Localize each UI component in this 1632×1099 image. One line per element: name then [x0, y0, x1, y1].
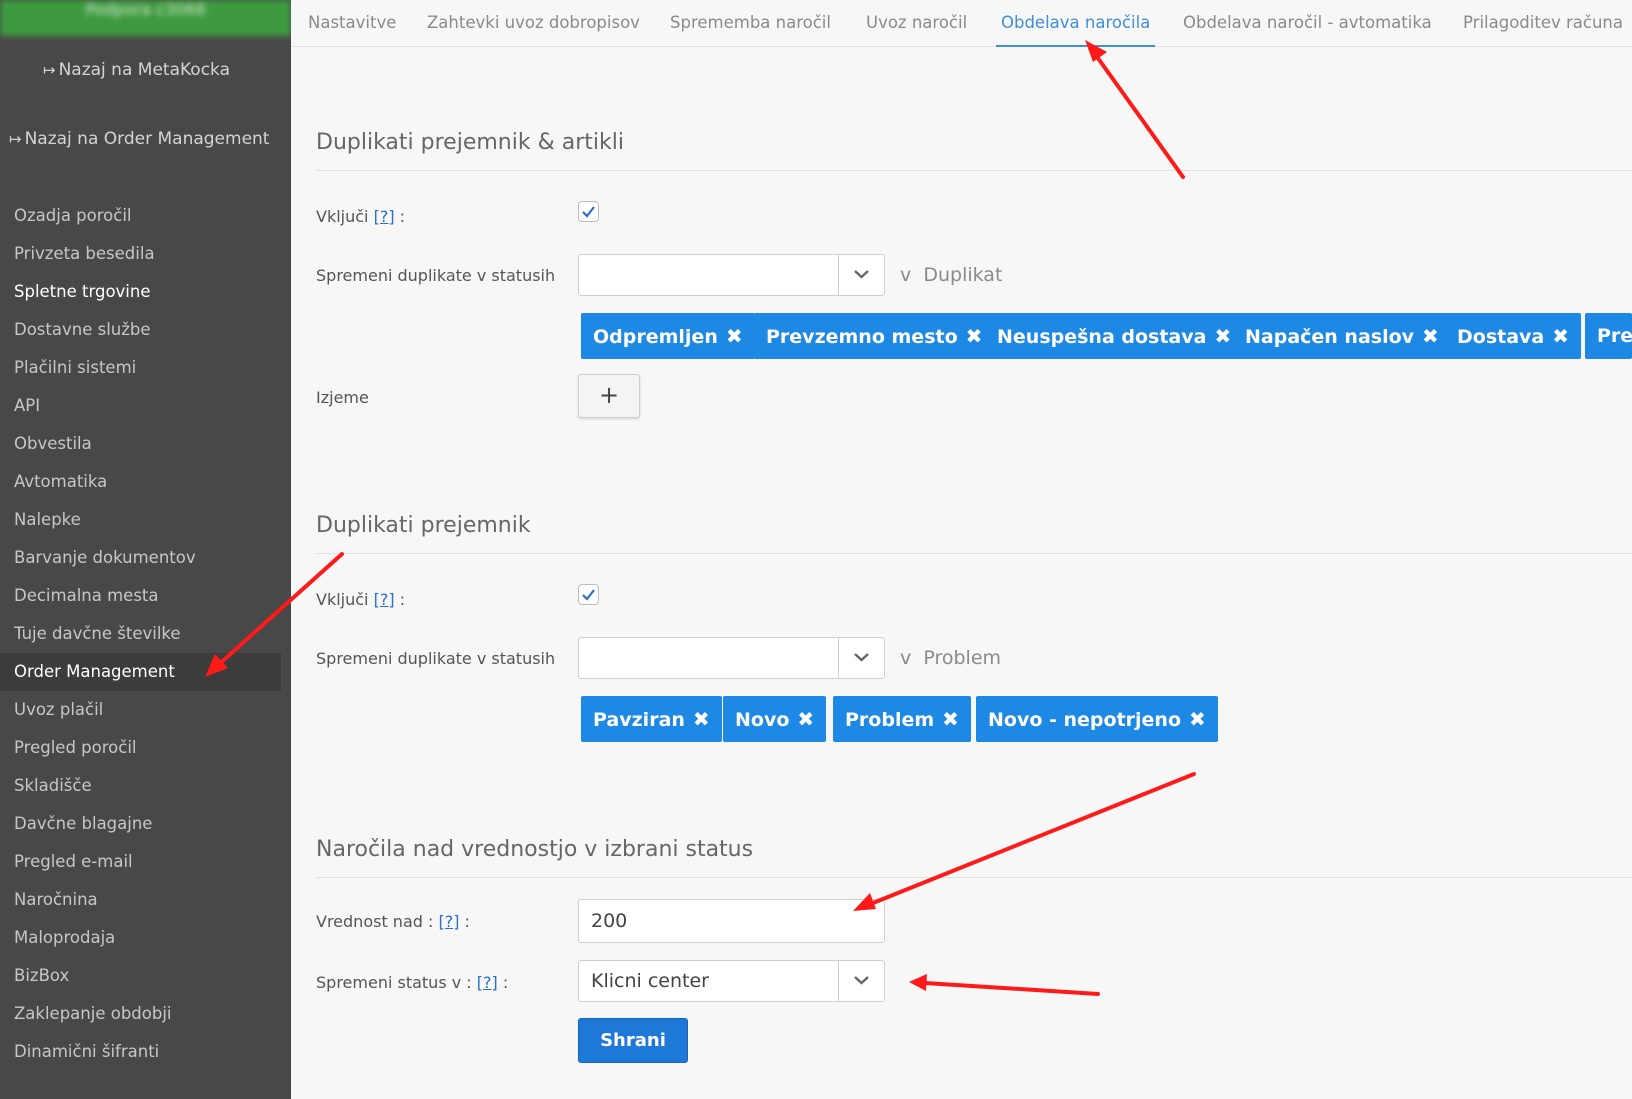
status-tag: Napačen naslov ✖: [1233, 313, 1451, 359]
section-title-narocila-nad-vrednostjo: Naročila nad vrednostjo v izbrani status: [316, 837, 754, 862]
change-status-label: Spremeni status v : [?] :: [316, 973, 509, 992]
add-exception-button[interactable]: +: [578, 374, 640, 418]
sidebar-item-avtomatika[interactable]: Avtomatika: [0, 463, 281, 501]
value-above-label: Vrednost nad : [?] :: [316, 912, 470, 931]
sign-out-icon: ↦: [43, 61, 56, 79]
status-select[interactable]: Klicni center: [578, 960, 885, 1002]
sidebar-item-api[interactable]: API: [0, 387, 281, 425]
sidebar-item-tuje-davcne-stevilke[interactable]: Tuje davčne številke: [0, 615, 281, 653]
chevron-down-icon: [854, 270, 869, 279]
sidebar-item-maloprodaja[interactable]: Maloprodaja: [0, 919, 281, 957]
status-tag: Pre: [1585, 313, 1632, 359]
sidebar-item-dostavne-sluzbe[interactable]: Dostavne službe: [0, 311, 281, 349]
sidebar-item-zaklepanje-obdobji[interactable]: Zaklepanje obdobji: [0, 995, 281, 1033]
close-icon[interactable]: ✖: [797, 707, 814, 731]
sidebar-item-narocnina[interactable]: Naročnina: [0, 881, 281, 919]
annotation-arrow: [923, 981, 1100, 996]
back-to-metakocka-link[interactable]: ↦ Nazaj na MetaKocka: [43, 60, 230, 80]
help-link[interactable]: [?]: [374, 590, 395, 609]
status-tag: Novo ✖: [723, 696, 827, 742]
dropdown-toggle[interactable]: [838, 638, 884, 678]
sidebar-item-obvestila[interactable]: Obvestila: [0, 425, 281, 463]
sidebar-item-spletne-trgovine[interactable]: Spletne trgovine: [0, 273, 281, 311]
sidebar-item-order-management[interactable]: Order Management: [0, 653, 281, 691]
target-status-text: v Duplikat: [900, 264, 1003, 286]
enable-label: Vključi [?] :: [316, 590, 406, 609]
chevron-down-icon: [854, 653, 869, 662]
annotation-arrow: [1093, 52, 1185, 179]
section-divider: [316, 170, 1632, 171]
check-icon: [582, 206, 595, 218]
section-divider: [316, 877, 1632, 878]
target-status-text: v Problem: [900, 647, 1002, 669]
status-tag: Novo - nepotrjeno ✖: [976, 696, 1218, 742]
dropdown-toggle[interactable]: [838, 961, 884, 1001]
save-button[interactable]: Shrani: [578, 1018, 688, 1063]
close-icon[interactable]: ✖: [1422, 324, 1439, 348]
tab-zahtevki-uvoz-dobropisov[interactable]: Zahtevki uvoz dobropisov: [427, 0, 640, 46]
sidebar-item-dinamicni-sifranti[interactable]: Dinamični šifranti: [0, 1033, 281, 1071]
tab-sprememba-narocil[interactable]: Sprememba naročil: [670, 0, 831, 46]
plus-icon: +: [598, 381, 620, 409]
exceptions-label: Izjeme: [316, 388, 369, 407]
sidebar-item-bizbox[interactable]: BizBox: [0, 957, 281, 995]
status-tag: Dostava ✖: [1445, 313, 1582, 359]
close-icon[interactable]: ✖: [1552, 324, 1569, 348]
back-to-order-management-link[interactable]: ↦ Nazaj na Order Management: [9, 129, 269, 149]
status-tag: Odpremljen ✖: [581, 313, 755, 359]
sidebar-item-skladisce[interactable]: Skladišče: [0, 767, 281, 805]
change-duplicates-label: Spremeni duplikate v statusih: [316, 266, 556, 285]
close-icon[interactable]: ✖: [942, 707, 959, 731]
sidebar-item-ozadja-porocil[interactable]: Ozadja poročil: [0, 197, 281, 235]
enable-checkbox[interactable]: [578, 201, 599, 222]
dropdown-toggle[interactable]: [838, 255, 884, 295]
section-title-duplikati-prejemnik: Duplikati prejemnik: [316, 513, 531, 538]
tab-uvoz-narocil[interactable]: Uvoz naročil: [866, 0, 967, 46]
chevron-down-icon: [854, 976, 869, 985]
sidebar: Podpora c3068 ↦ Nazaj na MetaKocka ↦ Nazaj…: [0, 0, 291, 1099]
section-title-duplikati-prejemnik-artikli: Duplikati prejemnik & artikli: [316, 130, 624, 155]
sidebar-item-pregled-porocil[interactable]: Pregled poročil: [0, 729, 281, 767]
close-icon[interactable]: ✖: [726, 324, 743, 348]
sidebar-item-davcne-blagajne[interactable]: Davčne blagajne: [0, 805, 281, 843]
tab-obdelava-narocil-avtomatika[interactable]: Obdelava naročil - avtomatika: [1183, 0, 1432, 46]
sidebar-item-barvanje-dokumentov[interactable]: Barvanje dokumentov: [0, 539, 281, 577]
sidebar-item-pregled-email[interactable]: Pregled e-mail: [0, 843, 281, 881]
help-link[interactable]: [?]: [438, 912, 459, 931]
close-icon[interactable]: ✖: [1189, 707, 1206, 731]
tab-nastavitve[interactable]: Nastavitve: [308, 0, 396, 46]
change-duplicates-label: Spremeni duplikate v statusih: [316, 649, 556, 668]
help-link[interactable]: [?]: [477, 973, 498, 992]
value-above-input[interactable]: [578, 899, 885, 943]
status-tag: Problem ✖: [833, 696, 971, 742]
status-multiselect[interactable]: [578, 637, 885, 679]
sidebar-item-privzeta-besedila[interactable]: Privzeta besedila: [0, 235, 281, 273]
close-icon[interactable]: ✖: [693, 707, 710, 731]
section-divider: [316, 553, 1632, 554]
annotation-arrow: [866, 772, 1196, 907]
top-tabs: Nastavitve Zahtevki uvoz dobropisov Spre…: [291, 0, 1632, 47]
sign-out-icon: ↦: [9, 130, 22, 148]
annotation-arrowhead: [909, 974, 927, 991]
check-icon: [582, 589, 595, 601]
enable-label: Vključi [?] :: [316, 207, 406, 226]
sidebar-item-decimalna-mesta[interactable]: Decimalna mesta: [0, 577, 281, 615]
status-tag: Neuspešna dostava ✖: [985, 313, 1244, 359]
sidebar-item-placilni-sistemi[interactable]: Plačilni sistemi: [0, 349, 281, 387]
tab-prilagoditev-racuna[interactable]: Prilagoditev računa: [1463, 0, 1623, 46]
sidebar-header: Podpora c3068: [0, 0, 291, 36]
tab-obdelava-narocila[interactable]: Obdelava naročila: [996, 0, 1156, 47]
close-icon[interactable]: ✖: [1214, 324, 1231, 348]
status-multiselect[interactable]: [578, 254, 885, 296]
sidebar-item-nalepke[interactable]: Nalepke: [0, 501, 281, 539]
sidebar-item-uvoz-placil[interactable]: Uvoz plačil: [0, 691, 281, 729]
enable-checkbox[interactable]: [578, 584, 599, 605]
help-link[interactable]: [?]: [374, 207, 395, 226]
status-tag: Prevzemno mesto ✖: [754, 313, 995, 359]
close-icon[interactable]: ✖: [966, 324, 983, 348]
status-tag: Pavziran ✖: [581, 696, 722, 742]
